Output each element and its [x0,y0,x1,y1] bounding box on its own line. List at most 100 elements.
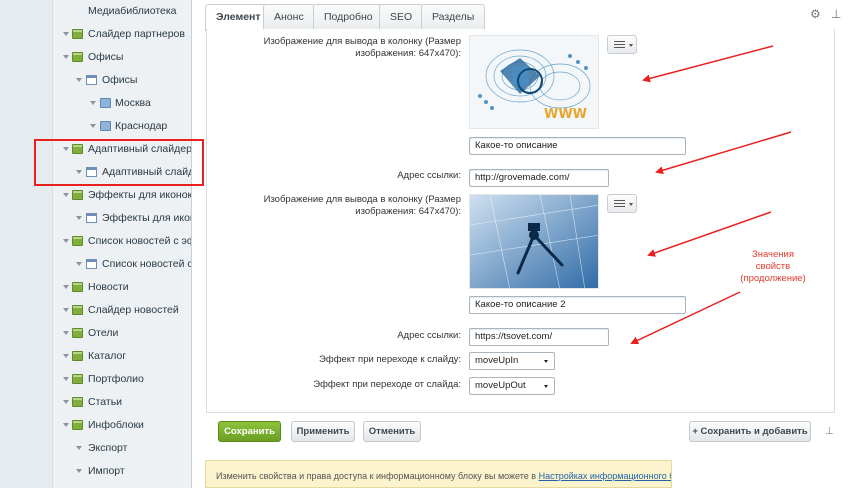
sidebar-item-iblocks[interactable]: Инфоблоки [0,414,191,437]
sidebar-item-offices-list[interactable]: Офисы [0,69,191,92]
tab-seo[interactable]: SEO [379,4,424,30]
list-icon [86,75,97,85]
sidebar-item-hotels[interactable]: Отели [0,322,191,345]
iblock-icon [72,351,83,361]
sidebar: Медиабиблиотека Слайдер партнеров Офисы … [0,0,192,488]
image1-menu-button[interactable] [607,35,637,54]
chevron-down-icon[interactable] [63,32,69,36]
iblock-icon [72,52,83,62]
sidebar-item-news[interactable]: Новости [0,276,191,299]
image1-description-input[interactable]: Какое-то описание [469,137,686,155]
abstract-spiral-www-image: WWW [470,36,598,128]
sidebar-item-label: Каталог [88,350,127,362]
effect-out-value: moveUpOut [475,380,526,391]
tab-bar: Элемент Анонс Подробно SEO Разделы ⚙ ⊥ [201,0,860,31]
url2-input[interactable]: https://tsovet.com/ [469,328,609,346]
sidebar-item-catalog[interactable]: Каталог [0,345,191,368]
image1-label: Изображение для вывода в колонку (Размер… [263,36,461,59]
chevron-down-icon[interactable] [76,469,82,473]
info-text: Изменить свойства и права доступа к инфо… [216,471,539,481]
chevron-down-icon[interactable] [63,239,69,243]
effect-out-select[interactable]: moveUpOut [469,377,555,395]
sidebar-item-offices[interactable]: Офисы [0,46,191,69]
sidebar-item-krasnodar[interactable]: Краснодар [0,115,191,138]
chevron-down-icon[interactable] [63,400,69,404]
sidebar-item-label: Краснодар [115,120,168,132]
chevron-down-icon[interactable] [63,354,69,358]
sidebar-item-moscow[interactable]: Москва [0,92,191,115]
sidebar-item-label: Офисы [102,74,138,86]
sidebar-item-portfolio[interactable]: Портфолио [0,368,191,391]
chevron-down-icon[interactable] [63,377,69,381]
highlight-box [34,139,204,186]
image2-label: Изображение для вывода в колонку (Размер… [263,194,461,217]
menu-icon [614,41,625,48]
iblock-icon [72,305,83,315]
url1-input[interactable]: http://grovemade.com/ [469,169,609,187]
sidebar-item-icon-effects-list[interactable]: Эффекты для иконок [0,207,191,230]
sidebar-item-news-effects[interactable]: Список новостей с эффектами [0,230,191,253]
sidebar-item-articles[interactable]: Статьи [0,391,191,414]
chevron-down-icon[interactable] [63,308,69,312]
chevron-down-icon[interactable] [76,446,82,450]
sidebar-item-label: Список новостей с эффектами [88,235,191,247]
chevron-down-icon[interactable] [90,124,96,128]
url1-label: Адрес ссылки: [397,170,461,181]
chevron-down-icon[interactable] [63,331,69,335]
tab-detail[interactable]: Подробно [313,4,384,30]
iblock-icon [72,374,83,384]
pin-icon[interactable]: ⊥ [825,426,834,437]
sidebar-item-media[interactable]: Медиабиблиотека [0,0,191,23]
image2-preview[interactable] [469,194,599,289]
effect-out-label: Эффект при переходе от слайда: [313,379,461,390]
iblock-icon [72,397,83,407]
chevron-down-icon[interactable] [90,101,96,105]
chevron-down-icon[interactable] [63,423,69,427]
image2-menu-button[interactable] [607,194,637,213]
save-button[interactable]: Сохранить [218,421,281,442]
annotation-text: Значения свойств (продолжение) [740,249,806,284]
cancel-button[interactable]: Отменить [363,421,421,442]
pin-icon[interactable]: ⊥ [831,7,841,21]
iblock-icon [72,282,83,292]
sidebar-item-partners-slider[interactable]: Слайдер партнеров [0,23,191,46]
sidebar-item-label: Эффекты для иконок [102,212,191,224]
chevron-down-icon[interactable] [76,78,82,82]
sidebar-item-label: Экспорт [88,442,128,454]
iblock-settings-link[interactable]: Настройках информационного блока. [539,471,671,481]
menu-icon [614,200,625,207]
sidebar-item-label: Эффекты для иконок [88,189,192,201]
image2-description-input[interactable]: Какое-то описание 2 [469,296,686,314]
tab-element[interactable]: Элемент [205,4,272,31]
save-and-add-label: Сохранить и добавить [700,426,808,437]
chevron-down-icon [544,385,548,388]
effect-in-value: moveUpIn [475,355,519,366]
sidebar-item-label: Слайдер партнеров [88,28,185,40]
sidebar-item-news-slider[interactable]: Слайдер новостей [0,299,191,322]
chevron-down-icon[interactable] [63,193,69,197]
chevron-down-icon[interactable] [76,262,82,266]
sidebar-item-export[interactable]: Экспорт [0,437,191,460]
chevron-down-icon[interactable] [76,216,82,220]
chevron-down-icon [629,44,633,47]
image1-preview[interactable]: WWW [469,35,599,129]
sidebar-item-label: Отели [88,327,119,339]
save-and-add-button[interactable]: + Сохранить и добавить [689,421,811,442]
chevron-down-icon[interactable] [63,55,69,59]
tab-sections[interactable]: Разделы [421,4,486,30]
plus-icon: + [692,426,701,437]
chevron-down-icon[interactable] [63,285,69,289]
info-notice: Изменить свойства и права доступа к инфо… [205,460,672,488]
list-icon [86,259,97,269]
sidebar-item-label: Статьи [88,396,123,408]
sidebar-item-label: Импорт [88,465,125,477]
sidebar-item-icon-effects[interactable]: Эффекты для иконок [0,184,192,207]
effect-in-select[interactable]: moveUpIn [469,352,555,370]
apply-button[interactable]: Применить [291,421,355,442]
sidebar-item-news-effects-list[interactable]: Список новостей с эффектами [0,253,191,276]
sidebar-item-import[interactable]: Импорт [0,460,191,483]
tab-announce[interactable]: Анонс [263,4,315,30]
iblock-icon [72,236,83,246]
iblock-icon [72,328,83,338]
gear-icon[interactable]: ⚙ [810,7,821,21]
